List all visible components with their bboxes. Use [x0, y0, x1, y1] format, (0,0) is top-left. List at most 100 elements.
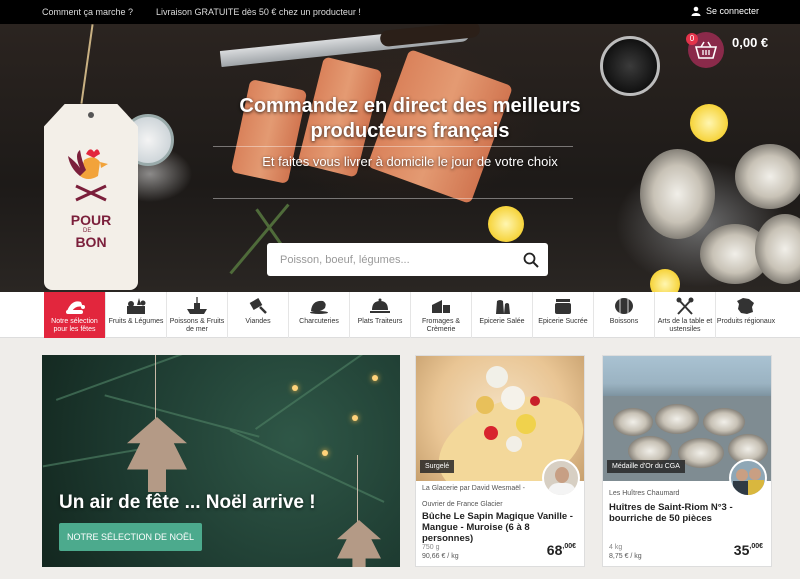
- category-arts-table[interactable]: Arts de la table et ustensiles: [654, 292, 715, 338]
- ornament-string: [155, 355, 156, 425]
- oyster-shell: [613, 408, 653, 436]
- fir-branch-decoration: [254, 355, 380, 430]
- product-badge: Surgelé: [420, 460, 455, 473]
- category-label: Boissons: [609, 318, 639, 325]
- oyster-shell: [655, 404, 699, 434]
- bokeh-light: [352, 415, 358, 421]
- search-icon: [523, 252, 539, 268]
- oyster-shell: [678, 438, 724, 468]
- logo-text-bon: BON: [75, 234, 107, 250]
- cake-ball: [486, 366, 508, 388]
- search-bar: [267, 243, 548, 276]
- product-card[interactable]: Surgelé La Glacerie par David Wesmaël - …: [415, 355, 585, 567]
- product-badge: Médaille d'Or du CGA: [607, 460, 685, 473]
- cart-total[interactable]: 0,00 €: [732, 35, 768, 50]
- category-label: Plats Traiteurs: [357, 318, 403, 325]
- barrel-icon: [615, 298, 633, 314]
- product-price: 68,00€: [546, 542, 576, 558]
- login-label: Se connecter: [705, 6, 759, 16]
- category-viandes[interactable]: Viandes: [227, 292, 288, 338]
- lemon-decoration: [690, 104, 728, 142]
- cake-ball: [506, 436, 522, 452]
- santa-hat-icon: [65, 301, 85, 314]
- category-label: Arts de la table et ustensiles: [657, 318, 713, 333]
- bokeh-light: [292, 385, 298, 391]
- product-title[interactable]: Huîtres de Saint-Riom N°3 - bourriche de…: [609, 502, 769, 524]
- product-title[interactable]: Bûche Le Sapin Magique Vanille - Mangue …: [422, 511, 582, 544]
- france-map-icon: [737, 298, 754, 314]
- category-fruits-legumes[interactable]: Fruits & Légumes: [105, 292, 166, 338]
- salt-pepper-icon: [496, 300, 510, 314]
- fir-branch-decoration: [55, 355, 189, 401]
- search-input[interactable]: [267, 253, 514, 266]
- hero-divider: [213, 198, 573, 199]
- category-nav: Notre sélection pour les fêtes Fruits & …: [0, 292, 800, 338]
- product-unit-price: 8,75 € / kg: [609, 553, 642, 560]
- cleaver-icon: [249, 298, 267, 314]
- christmas-selection-button[interactable]: NOTRE SÉLECTION DE NOËL: [59, 523, 202, 551]
- login-link[interactable]: Se connecter: [691, 6, 759, 16]
- wooden-tree-ornament: [337, 520, 381, 567]
- cake-ball: [484, 426, 498, 440]
- ornament-string: [357, 455, 358, 523]
- lemon-decoration: [650, 269, 680, 292]
- wooden-tree-ornament: [127, 417, 187, 492]
- category-fromages[interactable]: Fromages & Crèmerie: [410, 292, 471, 338]
- christmas-banner[interactable]: Un air de fête ... Noël arrive ! NOTRE S…: [42, 355, 400, 567]
- product-weight: 4 kg: [609, 544, 623, 551]
- banner-title: Un air de fête ... Noël arrive !: [59, 492, 316, 513]
- oyster-decoration: [735, 144, 800, 209]
- hero-title: Commandez en direct des meilleurs produc…: [239, 95, 581, 142]
- cake-ball: [476, 396, 494, 414]
- producer-name[interactable]: Les Huîtres Chaumard: [609, 490, 679, 497]
- bokeh-light: [322, 450, 328, 456]
- oyster-decoration: [640, 149, 715, 239]
- rooster-logo-icon: [68, 149, 108, 202]
- fishing-boat-icon: [187, 297, 207, 314]
- category-plats-traiteurs[interactable]: Plats Traiteurs: [349, 292, 410, 338]
- hero-divider: [213, 146, 573, 147]
- ham-icon: [310, 300, 328, 314]
- category-label: Notre sélection pour les fêtes: [51, 318, 98, 333]
- category-epicerie-sucree[interactable]: Epicerie Sucrée: [532, 292, 593, 338]
- producer-avatar[interactable]: [729, 459, 767, 497]
- category-charcuteries[interactable]: Charcuteries: [288, 292, 349, 338]
- cart-count-badge: 0: [686, 33, 698, 45]
- category-label: Charcuteries: [299, 318, 339, 325]
- oyster-shell: [703, 408, 745, 436]
- category-label: Produits régionaux: [716, 318, 776, 325]
- bokeh-light: [372, 375, 378, 381]
- lemon-decoration: [488, 206, 524, 242]
- category-boissons[interactable]: Boissons: [593, 292, 654, 338]
- cake-ball: [501, 386, 525, 410]
- vegetable-crate-icon: [127, 298, 146, 314]
- category-poissons[interactable]: Poissons & Fruits de mer: [166, 292, 227, 338]
- producer-avatar[interactable]: [542, 459, 580, 497]
- search-button[interactable]: [514, 243, 548, 276]
- logo-text-pour: POUR: [70, 212, 112, 228]
- delivery-promo-text: Livraison GRATUITE dès 50 € chez un prod…: [156, 7, 361, 17]
- top-bar: Comment ça marche ? Livraison GRATUITE d…: [0, 0, 800, 24]
- producer-subtitle: Ouvrier de France Glacier: [422, 501, 503, 508]
- jam-jar-icon: [555, 299, 571, 314]
- product-card[interactable]: Médaille d'Or du CGA Les Huîtres Chaumar…: [602, 355, 772, 567]
- cheese-icon: [432, 300, 450, 313]
- category-epicerie-salee[interactable]: Epicerie Salée: [471, 292, 532, 338]
- category-label: Epicerie Salée: [479, 318, 525, 325]
- product-price: 35,00€: [733, 542, 763, 558]
- hero-subtitle: Et faites vous livrer à domicile le jour…: [262, 154, 558, 169]
- category-festive[interactable]: Notre sélection pour les fêtes: [44, 292, 105, 338]
- utensils-icon: [676, 297, 694, 315]
- category-label: Fromages & Crèmerie: [421, 318, 461, 333]
- basket-icon: [695, 41, 717, 59]
- user-icon: [691, 6, 701, 16]
- producer-name[interactable]: La Glacerie par David Wesmaël -: [422, 485, 525, 492]
- category-label: Epicerie Sucrée: [538, 318, 588, 325]
- category-label: Poissons & Fruits de mer: [169, 318, 225, 333]
- caviar-decoration: [600, 36, 660, 96]
- logo-tag[interactable]: POUR DE BON: [44, 104, 138, 290]
- how-it-works-link[interactable]: Comment ça marche ?: [42, 7, 133, 17]
- cake-ball: [530, 396, 540, 406]
- category-produits-regionaux[interactable]: Produits régionaux: [715, 292, 776, 338]
- cake-ball: [516, 414, 536, 434]
